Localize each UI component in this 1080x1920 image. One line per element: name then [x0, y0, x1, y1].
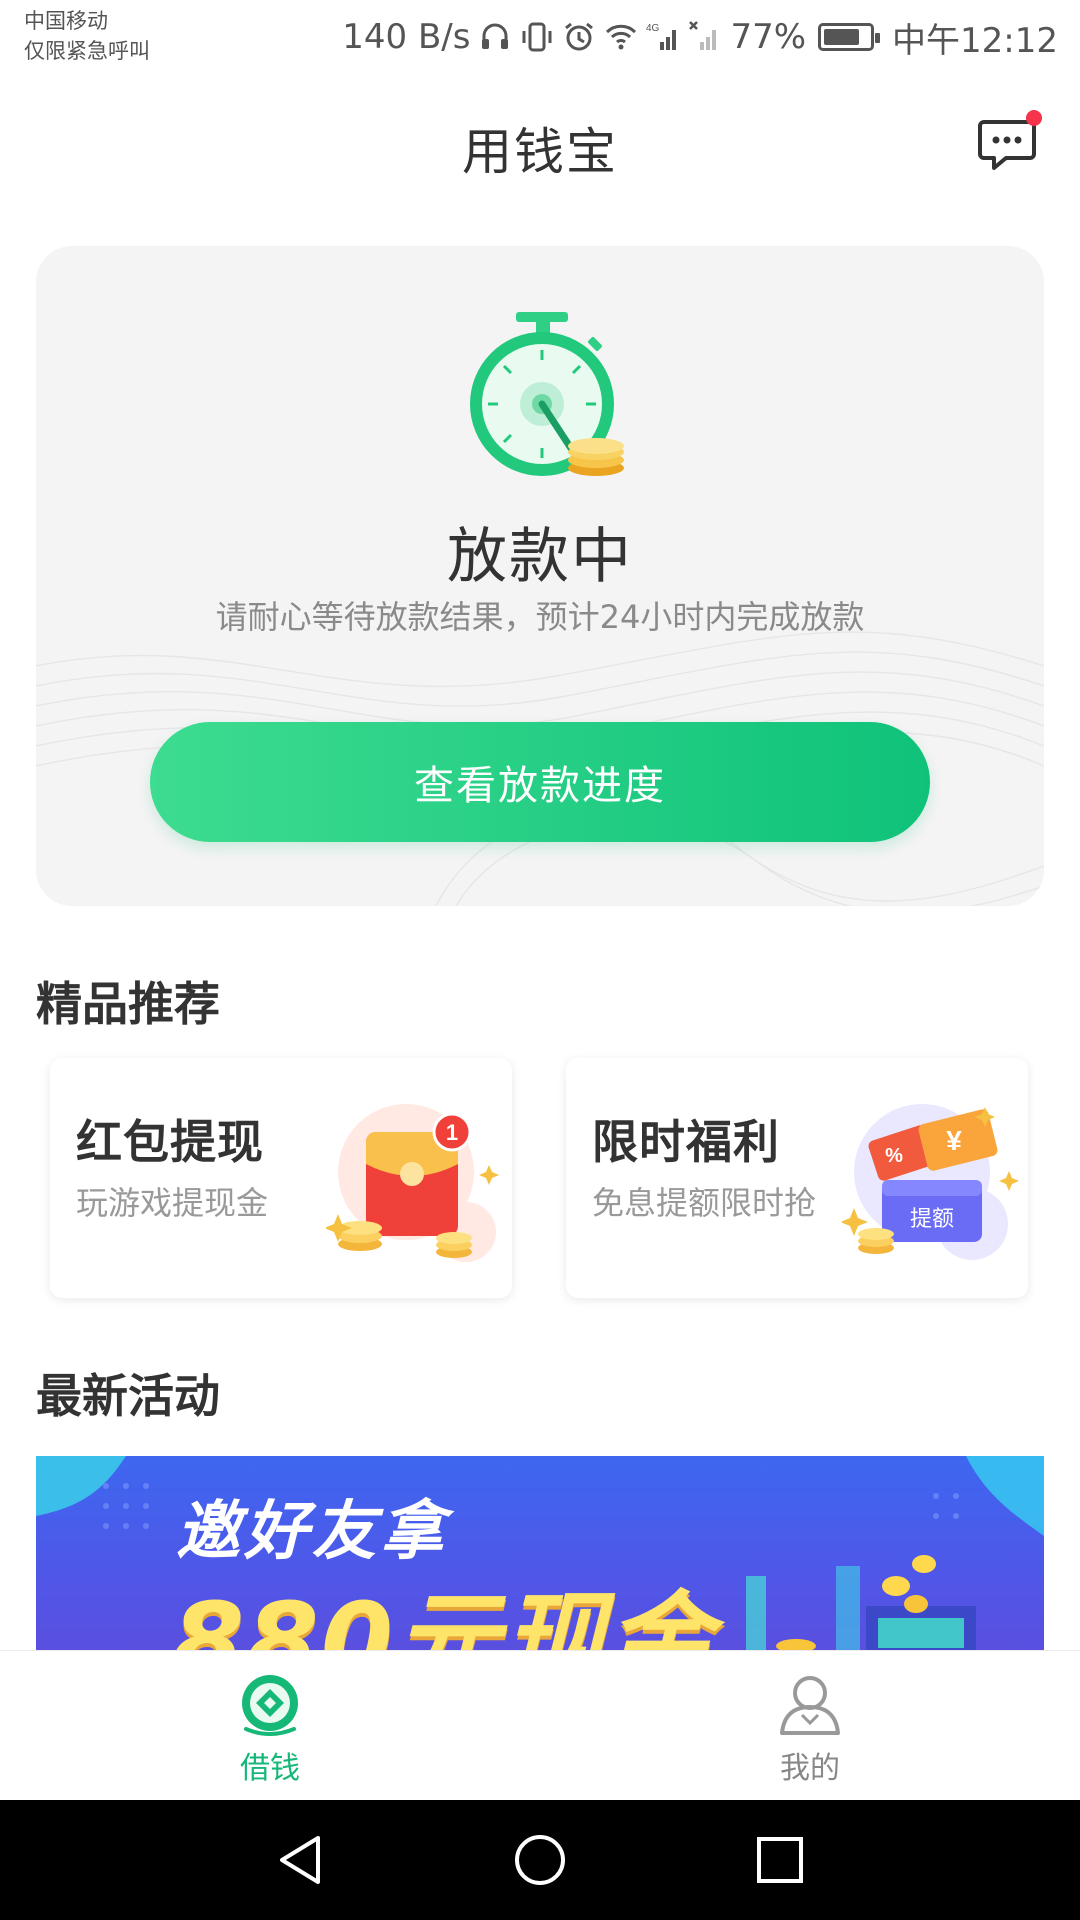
clock: 中午12:12	[892, 20, 1058, 61]
limited-offer-card[interactable]: 限时福利 免息提额限时抢 ¥ % 提额	[566, 1058, 1028, 1298]
back-icon[interactable]	[270, 1830, 330, 1890]
page-title: 用钱宝	[462, 123, 618, 181]
net-speed: 140 B/s	[342, 17, 471, 57]
borrow-coin-icon	[242, 1675, 298, 1736]
red-packet-badge: 1	[446, 1120, 458, 1145]
limited-offer-title: 限时福利	[592, 1115, 780, 1169]
loan-status-subtitle: 请耐心等待放款结果，预计24小时内完成放款	[215, 598, 865, 636]
banner-reward: 880元现金	[172, 1580, 714, 1652]
tab-borrow-label: 借钱	[240, 1751, 300, 1786]
recents-icon[interactable]	[750, 1830, 810, 1890]
status-bar: 中国移动 仅限紧急呼叫 140 B/s 4G 77% 中午12:12	[0, 0, 1080, 76]
raise-limit-tag: 提额	[910, 1207, 954, 1232]
screen: 中国移动 仅限紧急呼叫 140 B/s 4G 77% 中午12:12 用钱宝 放…	[0, 0, 1080, 1920]
coupon-gift-icon: ¥ % 提额	[842, 1104, 1019, 1260]
bottom-tab-bar: 借钱 我的	[0, 1650, 1080, 1800]
signal-4g-icon: 4G	[646, 23, 677, 50]
battery-icon	[818, 23, 881, 51]
system-navigation-bar	[0, 1800, 1080, 1920]
app-header: 用钱宝	[0, 90, 1080, 200]
alarm-icon	[565, 22, 594, 51]
notification-dot	[1026, 110, 1042, 126]
svg-text:%: %	[885, 1145, 903, 1167]
view-progress-button[interactable]: 查看放款进度	[150, 722, 930, 842]
loan-status-card: 放款中 请耐心等待放款结果，预计24小时内完成放款 查看放款进度	[36, 246, 1044, 906]
emergency-only-text: 仅限紧急呼叫	[24, 39, 150, 63]
activities-section-title: 最新活动	[36, 1369, 220, 1423]
user-profile-icon	[780, 1676, 840, 1735]
limited-offer-desc: 免息提额限时抢	[592, 1184, 817, 1222]
carrier-info: 中国移动 仅限紧急呼叫	[24, 6, 150, 66]
battery-percent: 77%	[730, 17, 807, 57]
red-packet-title: 红包提现	[76, 1115, 264, 1169]
tab-mine[interactable]: 我的	[660, 1651, 960, 1801]
loan-status-title: 放款中	[447, 522, 633, 592]
status-icons: 140 B/s 4G 77% 中午12:12	[342, 14, 1058, 61]
recommend-section-title: 精品推荐	[36, 977, 220, 1031]
svg-text:4G: 4G	[646, 23, 660, 34]
carrier-name: 中国移动	[24, 9, 108, 33]
headphones-icon	[482, 23, 509, 49]
wifi-icon	[606, 24, 637, 50]
red-packet-icon: 1	[326, 1104, 499, 1262]
svg-text:¥: ¥	[946, 1125, 962, 1156]
tab-borrow[interactable]: 借钱	[120, 1651, 420, 1801]
invite-friends-banner[interactable]: 邀好友拿 880元现金	[36, 1456, 1044, 1652]
stopwatch-icon	[470, 312, 624, 476]
red-packet-card[interactable]: 红包提现 玩游戏提现金 1	[50, 1058, 512, 1298]
tab-mine-label: 我的	[780, 1751, 840, 1786]
vibrate-icon	[522, 22, 552, 52]
home-icon[interactable]	[510, 1830, 570, 1890]
signal-no-service-icon	[689, 21, 717, 50]
red-packet-desc: 玩游戏提现金	[76, 1184, 269, 1222]
messages-button[interactable]	[976, 110, 1042, 176]
